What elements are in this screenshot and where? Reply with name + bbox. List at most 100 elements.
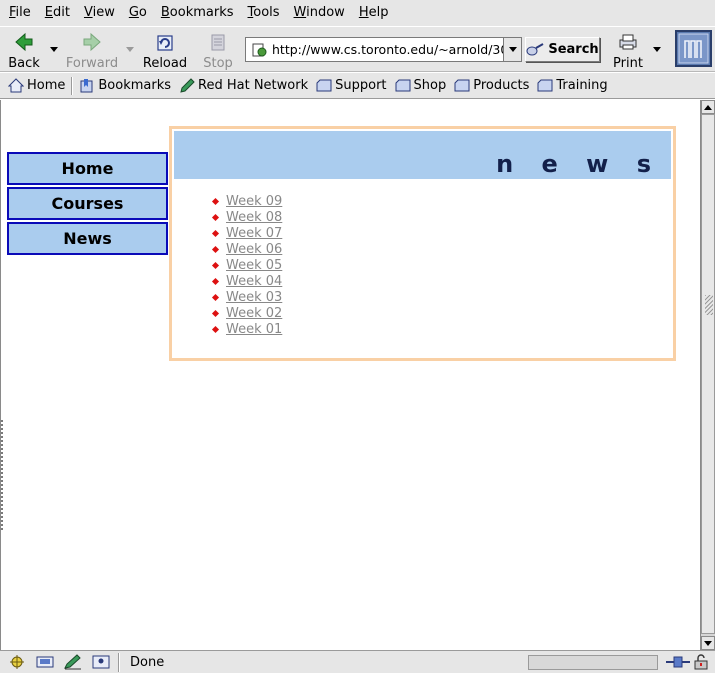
- status-text: Done: [130, 654, 165, 670]
- menu-help[interactable]: Help: [352, 2, 396, 24]
- lock-icon[interactable]: [692, 653, 710, 671]
- navigator-icon[interactable]: [6, 654, 28, 670]
- menu-bookmarks[interactable]: Bookmarks: [154, 2, 241, 24]
- mozilla-throbber-logo[interactable]: [675, 30, 712, 67]
- url-input[interactable]: [272, 39, 504, 60]
- back-history-dropdown[interactable]: [50, 47, 58, 52]
- menu-edit[interactable]: Edit: [38, 2, 77, 24]
- print-button[interactable]: Print: [610, 29, 646, 71]
- grip-icon: [705, 295, 713, 315]
- menu-view[interactable]: View: [77, 2, 122, 24]
- sidebar-splitter[interactable]: [1, 420, 4, 530]
- week-link[interactable]: Week 06: [226, 242, 282, 257]
- page-content: Home Courses News n e w s Week 09 Week 0…: [0, 100, 700, 650]
- status-bar: Done: [0, 650, 715, 673]
- reload-button[interactable]: Reload: [142, 29, 188, 71]
- bookmark-red-hat-network[interactable]: Red Hat Network: [175, 75, 312, 97]
- bookmark-support[interactable]: Support: [312, 75, 390, 97]
- list-item: Week 02: [211, 305, 282, 321]
- bookmarks-toolbar: Home Bookmarks Red Hat Network Support S…: [0, 73, 715, 99]
- news-title: n e w s: [496, 150, 661, 178]
- bullet-icon: [211, 213, 220, 221]
- week-link[interactable]: Week 05: [226, 258, 282, 273]
- week-link[interactable]: Week 07: [226, 226, 282, 241]
- forward-arrow-icon: [83, 32, 101, 52]
- menu-tools[interactable]: Tools: [241, 2, 287, 24]
- bookmark-training[interactable]: Training: [533, 75, 611, 97]
- address-book-icon[interactable]: [90, 654, 112, 670]
- printer-icon: [619, 34, 637, 50]
- nav-courses-button[interactable]: Courses: [7, 187, 168, 220]
- week-link[interactable]: Week 01: [226, 322, 282, 337]
- scroll-up-button[interactable]: [701, 100, 715, 114]
- bullet-icon: [211, 261, 220, 269]
- list-item: Week 07: [211, 225, 282, 241]
- bullet-icon: [211, 229, 220, 237]
- nav-home-button[interactable]: Home: [7, 152, 168, 185]
- list-item: Week 08: [211, 209, 282, 225]
- mail-icon[interactable]: [34, 654, 56, 670]
- bookmark-bookmarks[interactable]: Bookmarks: [75, 75, 175, 97]
- list-item: Week 01: [211, 321, 282, 337]
- forward-history-dropdown[interactable]: [126, 47, 134, 52]
- menu-window[interactable]: Window: [287, 2, 352, 24]
- bookmark-shop[interactable]: Shop: [391, 75, 451, 97]
- stop-icon: [211, 34, 225, 51]
- bullet-icon: [211, 325, 220, 333]
- week-link[interactable]: Week 08: [226, 210, 282, 225]
- nav-news-button[interactable]: News: [7, 222, 168, 255]
- week-link[interactable]: Week 09: [226, 194, 282, 209]
- menu-go[interactable]: Go: [122, 2, 154, 24]
- bookmarks-icon: [80, 79, 93, 93]
- reload-icon: [157, 35, 173, 51]
- folder-icon: [537, 79, 553, 92]
- weeks-list: Week 09 Week 08 Week 07 Week 06 Week 05 …: [211, 193, 282, 337]
- back-button[interactable]: Back: [6, 29, 42, 71]
- stop-button[interactable]: Stop: [198, 29, 238, 71]
- bullet-icon: [211, 197, 220, 205]
- menu-file[interactable]: File: [2, 2, 38, 24]
- pencil-icon: [180, 78, 195, 93]
- url-history-dropdown[interactable]: [503, 38, 521, 61]
- week-link[interactable]: Week 02: [226, 306, 282, 321]
- online-status-icon[interactable]: [664, 653, 692, 671]
- chevron-down-icon: [508, 47, 517, 52]
- list-item: Week 06: [211, 241, 282, 257]
- folder-icon: [454, 79, 470, 92]
- logo-icon: [678, 33, 709, 64]
- list-item: Week 05: [211, 257, 282, 273]
- arrow-down-icon: [704, 640, 712, 646]
- status-separator: [118, 652, 120, 672]
- site-navigation: Home Courses News: [7, 152, 168, 257]
- navigation-toolbar: Back Forward Reload Stop http://www.cs.t…: [0, 26, 715, 72]
- page-proxy-icon[interactable]: [251, 42, 267, 58]
- folder-icon: [395, 79, 411, 92]
- print-options-dropdown[interactable]: [653, 47, 661, 52]
- list-item: Week 04: [211, 273, 282, 289]
- folder-icon: [316, 79, 332, 92]
- vertical-scrollbar[interactable]: [700, 100, 715, 650]
- status-indicators: [664, 653, 710, 671]
- news-header: n e w s: [174, 131, 671, 179]
- forward-button[interactable]: Forward: [66, 29, 118, 71]
- list-item: Week 03: [211, 289, 282, 305]
- week-link[interactable]: Week 04: [226, 274, 282, 289]
- menu-bar: File Edit View Go Bookmarks Tools Window…: [0, 0, 715, 26]
- arrow-up-icon: [704, 104, 712, 110]
- bullet-icon: [211, 309, 220, 317]
- week-link[interactable]: Week 03: [226, 290, 282, 305]
- bookmark-products[interactable]: Products: [450, 75, 533, 97]
- list-item: Week 09: [211, 193, 282, 209]
- address-bar: [245, 37, 522, 62]
- back-arrow-icon: [15, 32, 33, 52]
- progress-bar: [528, 655, 658, 670]
- scrollbar-thumb[interactable]: [701, 114, 715, 634]
- composer-icon[interactable]: [62, 654, 84, 670]
- search-button[interactable]: Search: [525, 37, 600, 62]
- bullet-icon: [211, 245, 220, 253]
- bookmark-home[interactable]: Home: [4, 75, 69, 97]
- scroll-down-button[interactable]: [701, 636, 715, 650]
- search-icon: [526, 42, 544, 55]
- bullet-icon: [211, 293, 220, 301]
- home-icon: [8, 78, 24, 93]
